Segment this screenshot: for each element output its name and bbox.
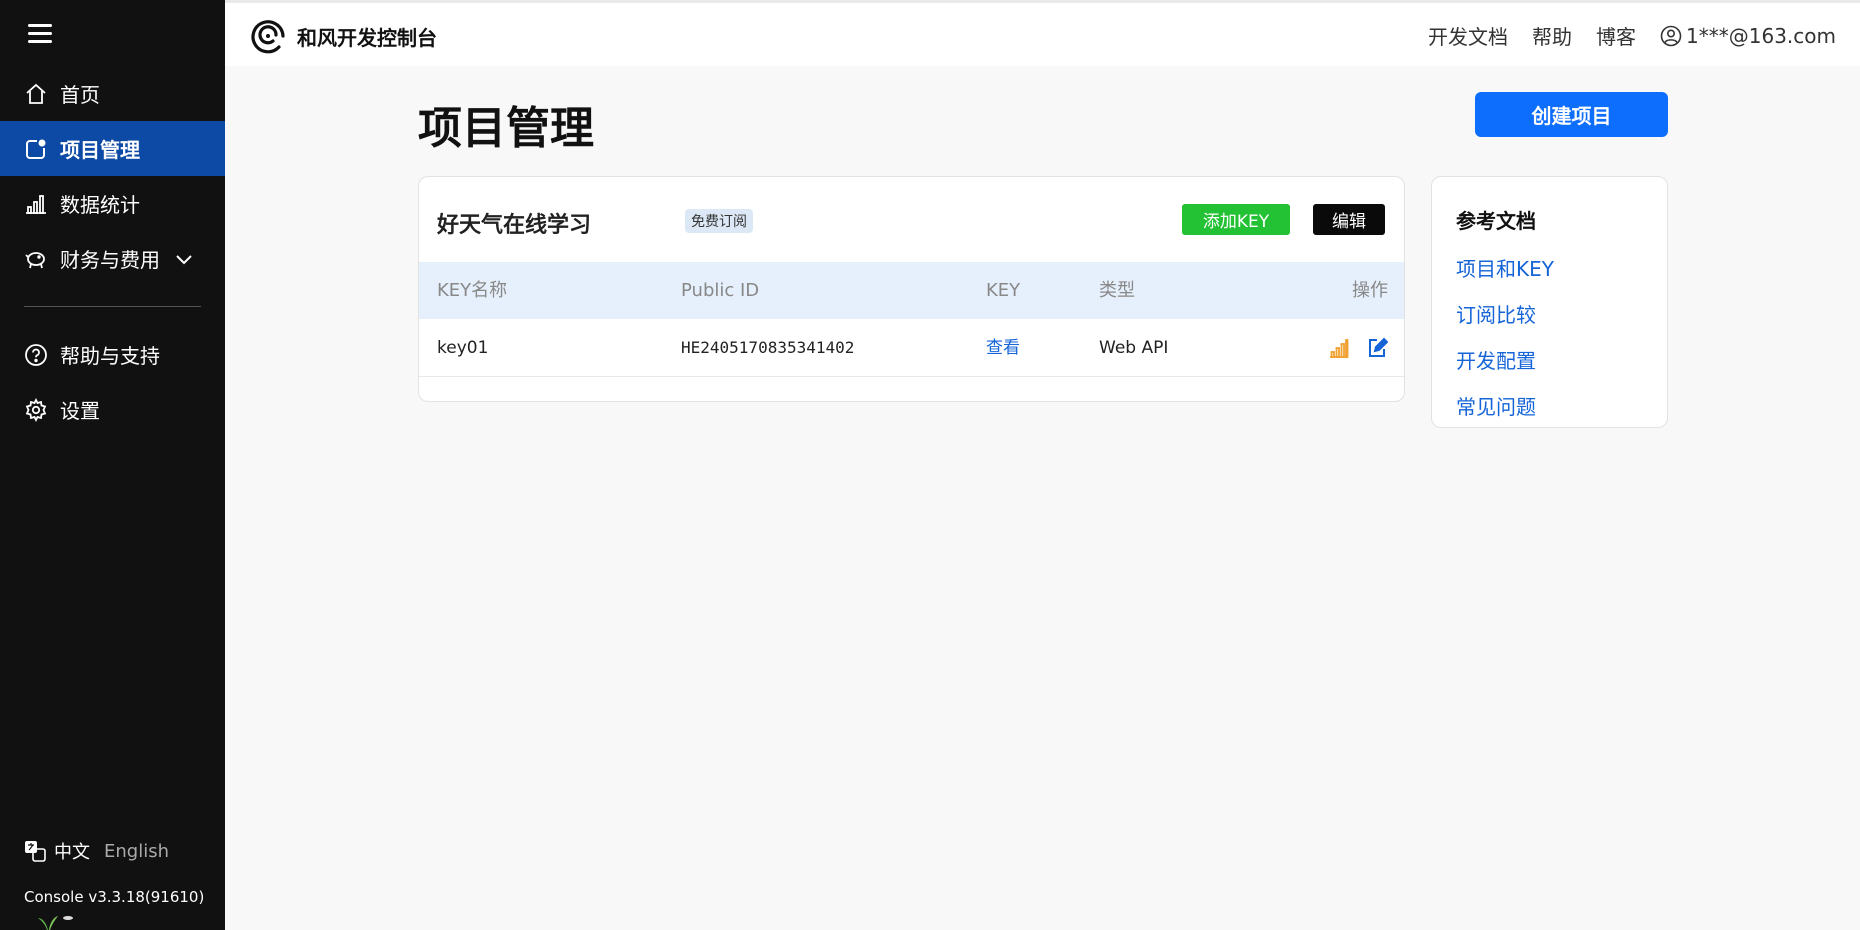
sidebar-item-label: 设置 <box>60 399 100 423</box>
column-header-key-name: KEY名称 <box>437 280 508 301</box>
project-icon <box>26 139 46 159</box>
sidebar-item-finance[interactable]: 财务与费用 <box>0 231 225 286</box>
subscription-badge: 免费订阅 <box>685 209 753 233</box>
help-circle-icon <box>25 343 47 366</box>
sidebar-item-label: 数据统计 <box>60 193 140 217</box>
reference-docs-links: 项目和KEY 订阅比较 开发配置 常见问题 <box>1456 253 1554 437</box>
sidebar-item-help[interactable]: 帮助与支持 <box>0 327 225 382</box>
lang-en-option[interactable]: English <box>104 841 169 862</box>
header-link-blog[interactable]: 博客 <box>1596 21 1636 50</box>
header-links: 开发文档 帮助 博客 1***@163.com <box>1404 21 1836 50</box>
reference-docs-title: 参考文档 <box>1456 209 1536 233</box>
edit-project-button[interactable]: 编辑 <box>1313 204 1385 235</box>
version-label: Console v3.3.18(91610) <box>24 888 205 906</box>
column-header-type: 类型 <box>1099 280 1135 301</box>
sidebar-item-label: 财务与费用 <box>60 248 160 272</box>
home-icon <box>26 83 46 104</box>
stats-icon[interactable] <box>1328 337 1350 359</box>
sidebar: 首页 项目管理 数据统计 财务与费用 帮助与支持 设置 中文 English C… <box>0 0 225 930</box>
sidebar-item-label: 项目管理 <box>60 138 140 162</box>
add-key-button[interactable]: 添加KEY <box>1182 204 1290 235</box>
table-header: KEY名称 Public ID KEY 类型 操作 <box>419 262 1404 319</box>
sidebar-item-projects[interactable]: 项目管理 <box>0 121 225 176</box>
language-switcher: 中文 English <box>24 838 169 864</box>
header-link-docs[interactable]: 开发文档 <box>1428 21 1508 50</box>
sidebar-divider <box>24 306 201 307</box>
bar-chart-icon <box>26 194 46 214</box>
sprout-icon <box>38 916 73 930</box>
edit-icon[interactable] <box>1366 337 1388 359</box>
menu-toggle-icon[interactable] <box>28 24 52 44</box>
sidebar-item-home[interactable]: 首页 <box>0 66 225 121</box>
row-actions <box>1328 319 1388 359</box>
column-header-actions: 操作 <box>1352 280 1388 301</box>
doc-link-faq[interactable]: 常见问题 <box>1456 391 1554 420</box>
user-icon <box>1660 25 1682 46</box>
doc-link-subscription-compare[interactable]: 订阅比较 <box>1456 299 1554 328</box>
doc-link-dev-config[interactable]: 开发配置 <box>1456 345 1554 374</box>
column-header-key: KEY <box>986 280 1021 301</box>
header-link-help[interactable]: 帮助 <box>1532 21 1572 50</box>
key-name-cell: key01 <box>437 338 489 358</box>
gear-icon <box>25 397 47 422</box>
project-card: 好天气在线学习 免费订阅 添加KEY 编辑 KEY名称 Public ID KE… <box>418 176 1405 402</box>
page-title: 项目管理 <box>418 103 594 154</box>
qweather-logo-icon <box>251 20 285 54</box>
column-header-public-id: Public ID <box>681 280 760 301</box>
user-email: 1***@163.com <box>1686 23 1836 48</box>
piggy-bank-icon <box>25 251 45 268</box>
sidebar-nav: 首页 项目管理 数据统计 财务与费用 帮助与支持 设置 <box>0 66 225 437</box>
sidebar-item-label: 首页 <box>60 83 100 107</box>
brand[interactable]: 和风开发控制台 <box>249 17 437 55</box>
lang-zh-option[interactable]: 中文 <box>54 838 90 864</box>
top-bar: 和风开发控制台 开发文档 帮助 博客 1***@163.com <box>225 0 1860 66</box>
sidebar-item-label: 帮助与支持 <box>60 344 160 368</box>
reference-docs-card: 参考文档 项目和KEY 订阅比较 开发配置 常见问题 <box>1431 176 1668 428</box>
sidebar-item-settings[interactable]: 设置 <box>0 382 225 437</box>
key-type-cell: Web API <box>1099 338 1169 358</box>
chevron-down-icon[interactable] <box>174 249 194 269</box>
sidebar-item-stats[interactable]: 数据统计 <box>0 176 225 231</box>
table-row: key01 HE2405170835341402 查看 Web API <box>419 319 1404 377</box>
user-account[interactable]: 1***@163.com <box>1660 24 1836 48</box>
create-project-button[interactable]: 创建项目 <box>1475 92 1668 137</box>
translate-icon <box>25 841 46 862</box>
public-id-cell: HE2405170835341402 <box>681 338 855 357</box>
doc-link-project-key[interactable]: 项目和KEY <box>1456 253 1554 282</box>
project-name: 好天气在线学习 <box>437 213 592 238</box>
view-key-link[interactable]: 查看 <box>986 319 1020 377</box>
brand-name: 和风开发控制台 <box>297 25 437 50</box>
